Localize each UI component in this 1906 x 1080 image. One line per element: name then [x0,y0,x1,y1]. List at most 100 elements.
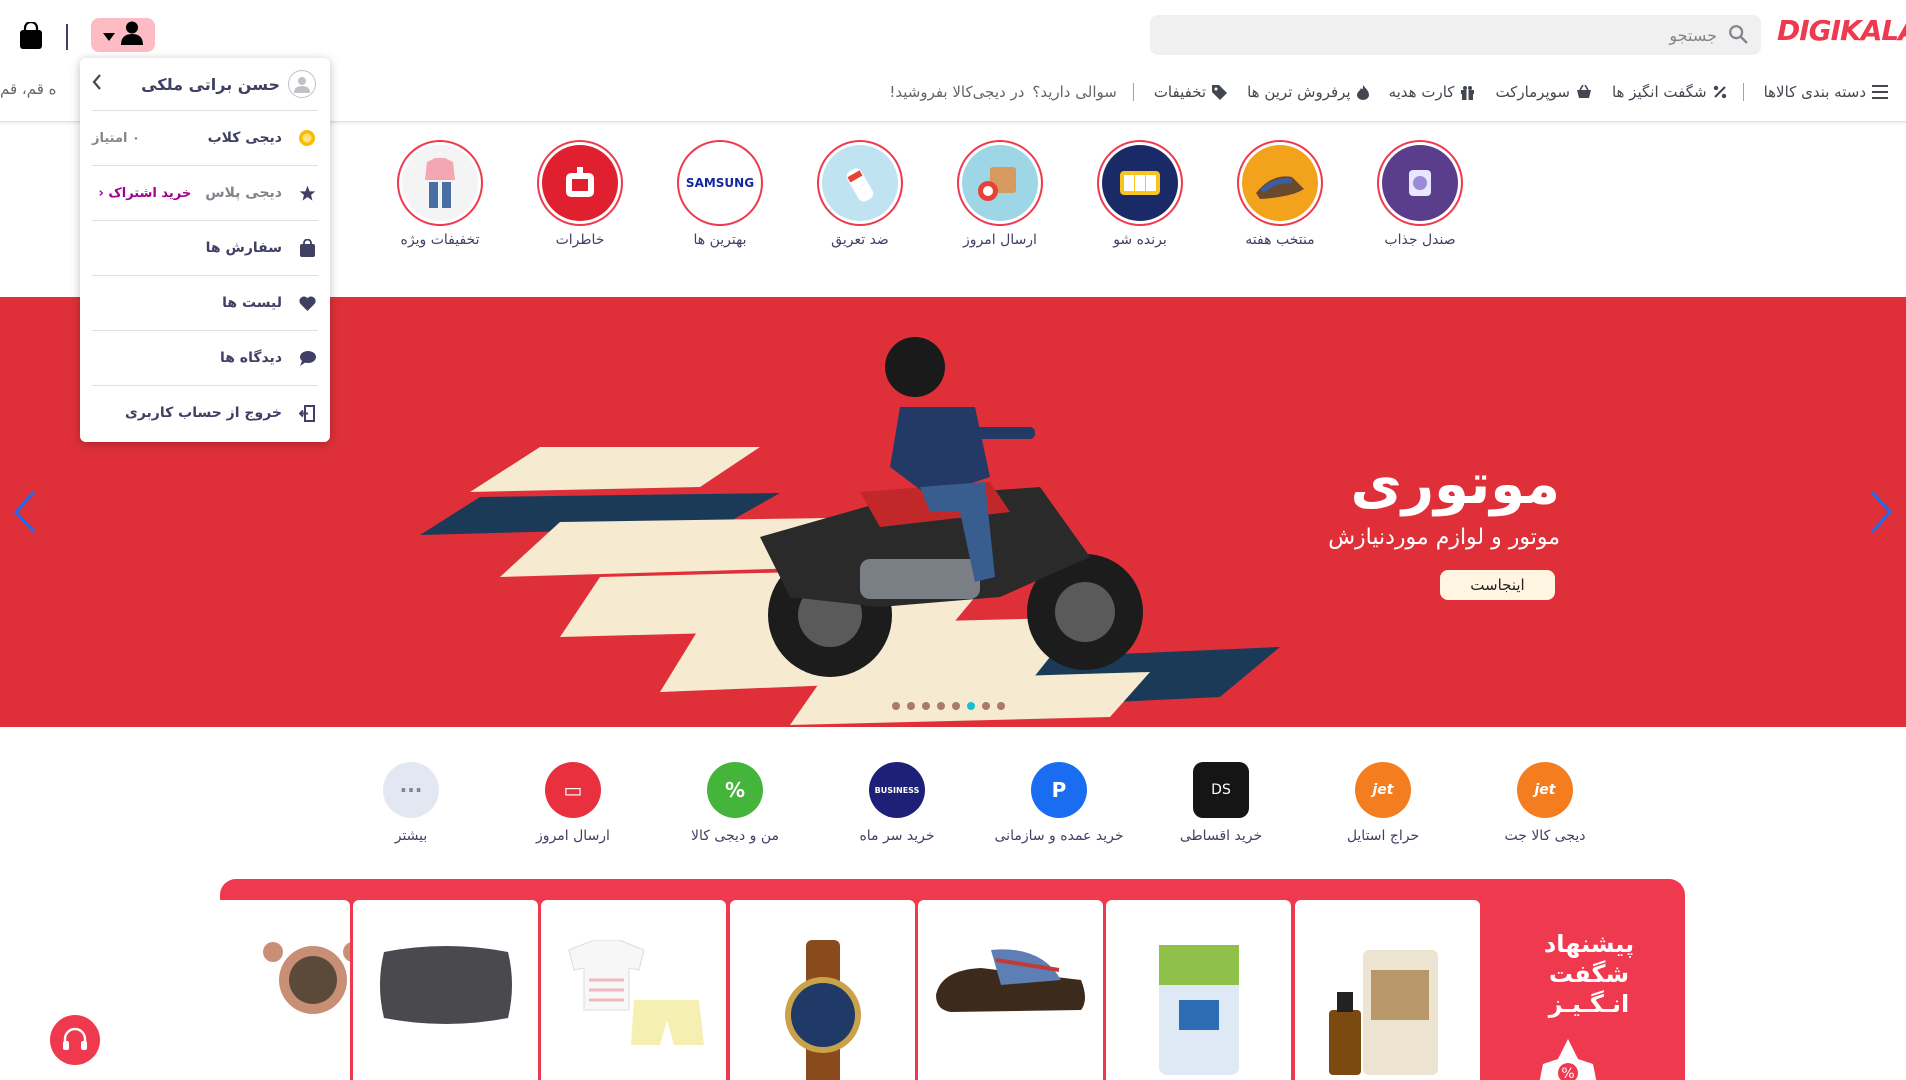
bag-icon [296,239,318,257]
support-chat-button[interactable] [50,1015,100,1065]
story-image [1242,145,1318,221]
tag-icon [1212,84,1228,100]
story-item[interactable]: صندل جذاب [1350,140,1490,248]
slider-dot[interactable] [907,702,915,710]
product-card[interactable] [541,900,726,1080]
chevron-left-icon [92,73,102,95]
ds-icon: DS [1193,762,1249,818]
story-item[interactable]: خاطرات [510,140,650,248]
slider-prev-arrow[interactable] [10,488,40,536]
nav-amazing[interactable]: شگفت انگیز ها [1612,83,1727,101]
main-nav: دسته بندی کالاها شگفت انگیز ها سوپرمارکت… [869,80,1888,104]
nav-bestsellers[interactable]: پرفروش ترین ها [1247,83,1369,101]
slider-dot[interactable] [922,702,930,710]
pillow-product-image [379,946,512,1024]
product-card[interactable] [220,900,350,1080]
service-item[interactable]: ··· بیشتر [336,762,486,844]
logout-icon [296,404,318,422]
menu-item-logout[interactable]: خروج از حساب کاربری [92,385,318,440]
cart-icon[interactable] [18,20,46,50]
digikala-logo[interactable]: DIGIKALA [1777,14,1906,54]
hero-cta-button[interactable]: اینجاست [1440,570,1555,600]
product-card[interactable] [353,900,538,1080]
watch-product-image [784,940,861,1080]
fire-icon [1356,84,1369,100]
story-image [542,145,618,221]
hero-title: موتوری [1350,452,1560,517]
more-icon: ··· [383,762,439,818]
service-item[interactable]: jet حراج استایل [1308,762,1458,844]
service-item[interactable]: ▭ ارسال امروز [498,762,648,844]
svg-text:%: % [1561,1066,1574,1080]
location-text[interactable]: ه قم، قم [0,80,57,98]
nav-divider [1132,83,1134,101]
story-item[interactable]: تخفیفات ویژه [370,140,510,248]
menu-item-digiplus[interactable]: دیجی پلاس خرید اشتراک ‹ [92,165,318,220]
search-input[interactable]: جستجو [1150,15,1761,55]
service-item[interactable]: % من و دیجی کالا [660,762,810,844]
service-item[interactable]: P خرید عمده و سازمانی [984,762,1134,844]
profile-dropdown: حسن براتی ملکی دیجی کلاب ۰ امتیاز دیجی پ… [80,58,330,442]
points-text: ۰ امتیاز [92,130,140,146]
pads-product-image [1158,945,1239,1075]
product-card[interactable] [1295,900,1480,1080]
nav-gift-card[interactable]: کارت هدیه [1389,83,1476,101]
menu-item-lists[interactable]: لیست ها [92,275,318,330]
story-item[interactable]: SAMSUNG بهترین ها [650,140,790,248]
product-card[interactable] [730,900,915,1080]
user-icon [121,21,143,49]
honey-product-image [1328,950,1438,1075]
sunglasses-product-image [262,942,350,1014]
story-item[interactable]: ضد تعریق [790,140,930,248]
jet-icon: jet [1517,762,1573,818]
menu-item-orders[interactable]: سفارش ها [92,220,318,275]
search-icon [1725,23,1749,47]
service-item[interactable]: DS خرید اقساطی [1146,762,1296,844]
nav-discounts[interactable]: تخفیفات [1154,83,1228,101]
today-delivery-icon: ▭ [545,762,601,818]
slider-dot[interactable] [952,702,960,710]
stories-row: صندل جذاب منتخب هفته برنده شو ارسال امرو… [390,140,1490,260]
slider-dot[interactable] [982,702,990,710]
nav-question[interactable]: سوالی دارید؟ [1032,83,1116,101]
story-image [402,145,478,221]
slider-dots [892,702,1005,710]
nav-categories[interactable]: دسته بندی کالاها [1764,83,1888,101]
gift-icon [1461,85,1475,100]
slider-dot[interactable] [937,702,945,710]
services-row: jet دیجی کالا جت jet حراج استایل DS خرید… [320,762,1620,852]
story-item[interactable]: منتخب هفته [1210,140,1350,248]
percent-icon [1713,85,1726,99]
avatar-icon [288,70,316,98]
digikala-club-icon: % [707,762,763,818]
story-item[interactable]: برنده شو [1070,140,1210,248]
slider-dot[interactable] [892,702,900,710]
slipper-product-image [935,949,1085,1012]
menu-icon [1872,85,1888,99]
story-image: SAMSUNG [682,145,758,221]
nav-divider [1742,83,1744,101]
nav-sell[interactable]: در دیجی‌کالا بفروشید! [889,83,1024,101]
headset-icon [63,1027,87,1050]
slider-dot-active[interactable] [967,702,975,710]
service-item[interactable]: jet دیجی کالا جت [1470,762,1620,844]
story-image [962,145,1038,221]
menu-item-comments[interactable]: دیدگاه ها [92,330,318,385]
menu-item-digiclub[interactable]: دیجی کلاب ۰ امتیاز [92,110,318,165]
business-icon: P [1031,762,1087,818]
profile-button[interactable] [91,18,155,52]
slider-next-arrow[interactable] [1866,488,1896,536]
service-item[interactable]: BUSINESS خرید سر ماه [822,762,972,844]
story-image [822,145,898,221]
buy-subscription-link[interactable]: خرید اشتراک ‹ [99,186,192,201]
story-image [1382,145,1458,221]
product-card[interactable] [1106,900,1291,1080]
nav-supermarket[interactable]: سوپرمارکت [1495,83,1592,101]
slider-dot[interactable] [997,702,1005,710]
product-card[interactable] [918,900,1103,1080]
amazing-title[interactable]: پیشنهاد شگفت انـگـیـز [1529,929,1649,1019]
profile-header[interactable]: حسن براتی ملکی [80,58,330,110]
samsung-logo: SAMSUNG [685,176,755,190]
kids-clothes-product-image [567,940,704,1045]
story-item[interactable]: ارسال امروز [930,140,1070,248]
